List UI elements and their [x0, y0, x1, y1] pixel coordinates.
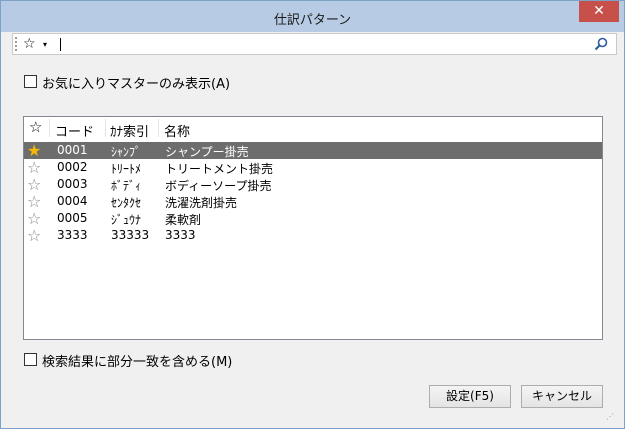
cell-kana: ｾﾝﾀｸｾ — [111, 196, 142, 210]
favorites-only-label[interactable]: お気に入りマスターのみ表示(A) — [42, 73, 230, 92]
dialog-client: ☆ ▾ お気に入りマスターのみ表示(A) ☆ コード ｶﾅ索引 名称 ★ 000… — [8, 32, 617, 423]
text-cursor — [60, 38, 61, 51]
cell-code: 0005 — [57, 211, 88, 225]
table-row[interactable]: ☆ 0005 ｼﾞｭｳﾅ 柔軟剤 — [24, 209, 602, 228]
header-star-icon[interactable]: ☆ — [29, 118, 42, 136]
cell-code: 3333 — [57, 228, 88, 242]
partial-match-checkbox[interactable] — [24, 353, 37, 366]
table-row[interactable]: ☆ 3333 33333 3333 — [24, 226, 602, 245]
favorite-filter-dropdown[interactable]: ☆ ▾ — [23, 35, 55, 53]
list-header: ☆ コード ｶﾅ索引 名称 — [24, 117, 602, 140]
cell-kana: ﾎﾞﾃﾞｨ — [111, 179, 142, 193]
resize-grip-icon[interactable]: ⋰ — [606, 412, 614, 421]
search-icon[interactable] — [593, 36, 609, 52]
toolbar-grip-icon — [15, 37, 17, 51]
cancel-button[interactable]: キャンセル — [521, 385, 603, 408]
search-bar: ☆ ▾ — [12, 33, 617, 55]
dialog-window: 仕訳パターン ✕ ☆ ▾ お気に入りマスターのみ表示(A) ☆ コード ｶﾅ索引… — [0, 0, 625, 429]
window-title: 仕訳パターン — [273, 13, 352, 28]
cell-code: 0002 — [57, 160, 88, 174]
chevron-down-icon: ▾ — [43, 40, 48, 49]
cell-code: 0001 — [57, 143, 88, 157]
cell-code: 0004 — [57, 194, 88, 208]
cell-kana: ﾄﾘｰﾄﾒ — [111, 162, 142, 176]
column-header-code[interactable]: コード — [55, 121, 94, 140]
cell-name: 洗濯洗剤掛売 — [165, 196, 238, 210]
cell-name: 柔軟剤 — [165, 213, 202, 227]
cell-kana: 33333 — [111, 228, 150, 242]
partial-match-label[interactable]: 検索結果に部分一致を含める(M) — [42, 351, 232, 370]
column-header-kana[interactable]: ｶﾅ索引 — [110, 121, 149, 140]
pattern-list[interactable]: ☆ コード ｶﾅ索引 名称 ★ 0001 ｼｬﾝﾌﾟ シャンプー掛売 ☆ 000… — [23, 116, 603, 340]
cell-name: 3333 — [165, 228, 196, 242]
table-row[interactable]: ☆ 0004 ｾﾝﾀｸｾ 洗濯洗剤掛売 — [24, 192, 602, 211]
cell-code: 0003 — [57, 177, 88, 191]
favorite-star-icon[interactable]: ☆ — [27, 226, 41, 245]
star-icon: ☆ — [23, 36, 36, 52]
cell-name: シャンプー掛売 — [165, 145, 249, 159]
cell-kana: ｼﾞｭｳﾅ — [111, 213, 142, 227]
table-row[interactable]: ★ 0001 ｼｬﾝﾌﾟ シャンプー掛売 — [24, 141, 602, 160]
favorites-only-checkbox[interactable] — [24, 75, 37, 88]
cell-kana: ｼｬﾝﾌﾟ — [111, 145, 142, 159]
table-row[interactable]: ☆ 0003 ﾎﾞﾃﾞｨ ボディーソープ掛売 — [24, 175, 602, 194]
ok-button[interactable]: 設定(F5) — [429, 385, 511, 408]
search-input[interactable] — [57, 35, 587, 53]
title-bar[interactable]: 仕訳パターン ✕ — [1, 1, 624, 32]
cell-name: トリートメント掛売 — [165, 162, 274, 176]
table-row[interactable]: ☆ 0002 ﾄﾘｰﾄﾒ トリートメント掛売 — [24, 158, 602, 177]
cell-name: ボディーソープ掛売 — [165, 179, 272, 193]
close-button[interactable]: ✕ — [579, 1, 619, 22]
column-header-name[interactable]: 名称 — [164, 121, 190, 140]
